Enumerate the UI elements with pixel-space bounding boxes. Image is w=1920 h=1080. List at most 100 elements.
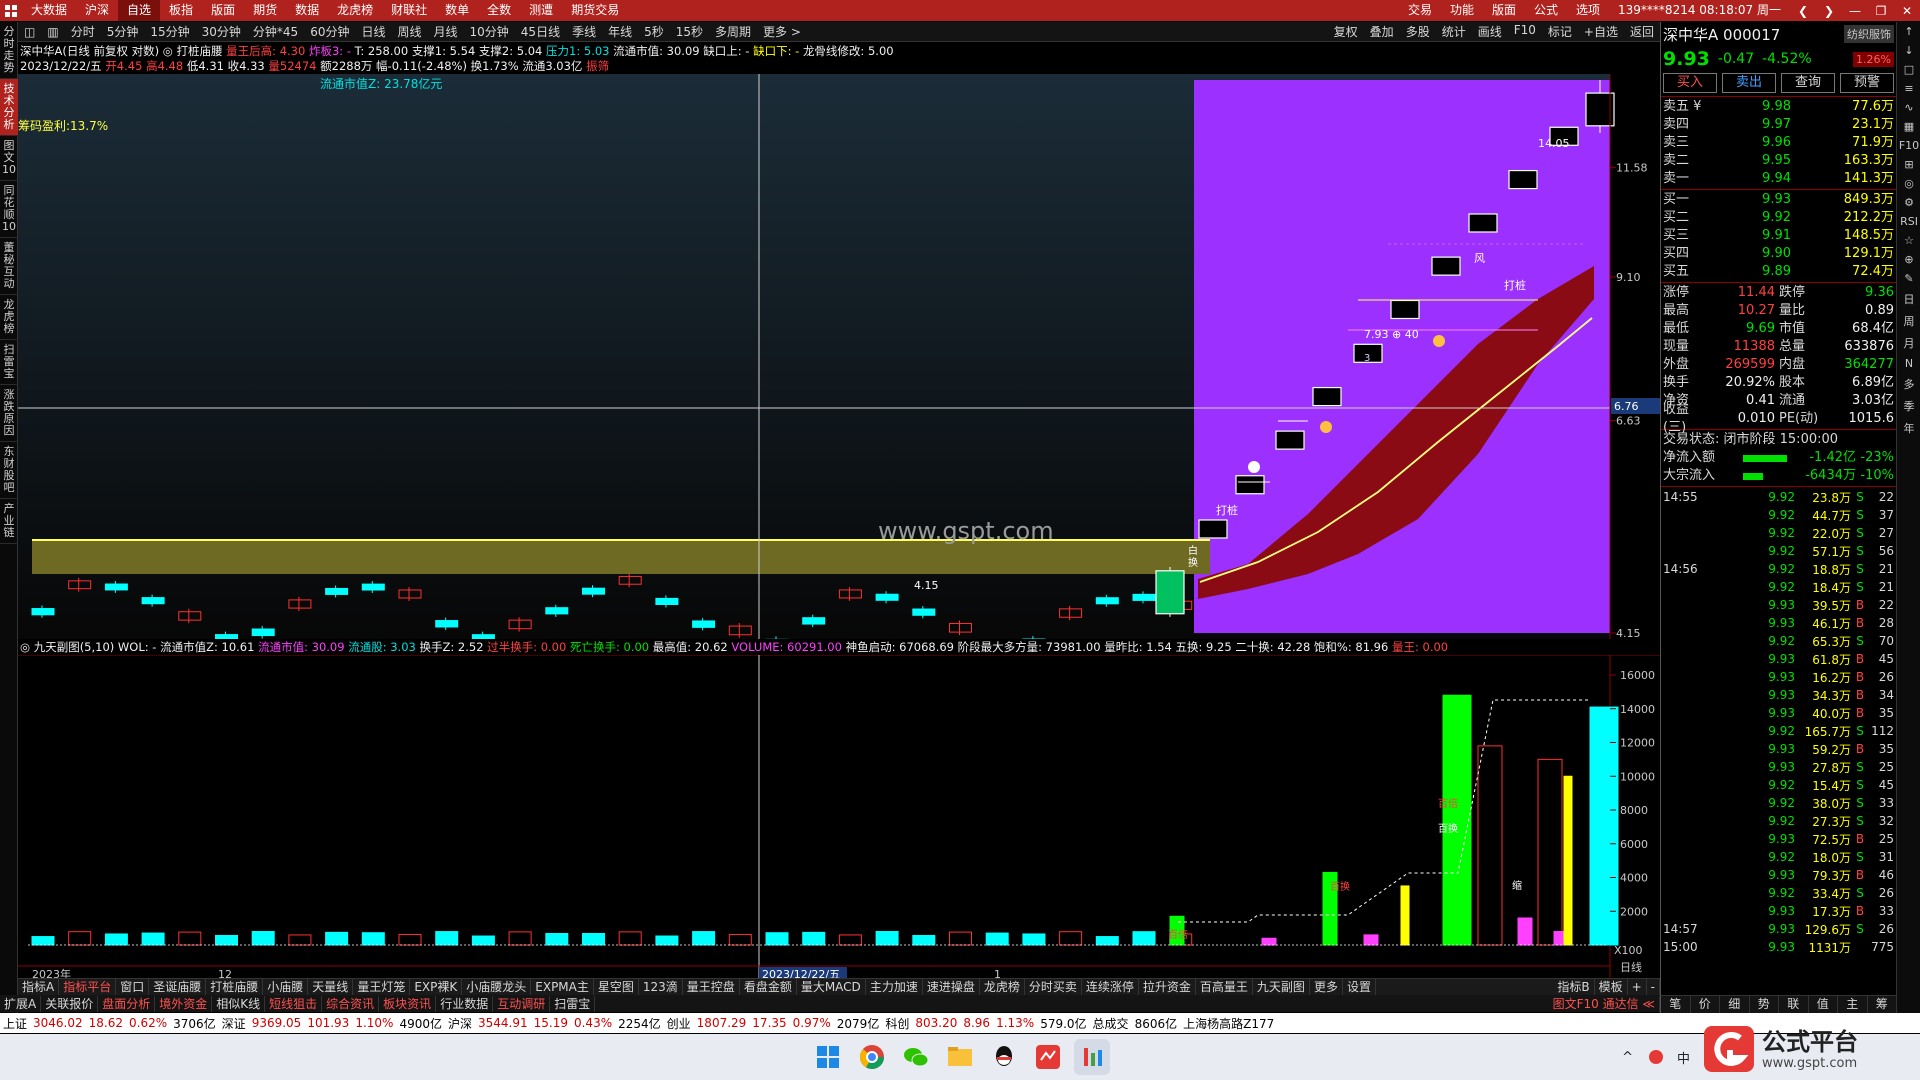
indicator-tab[interactable]: 天量线: [308, 979, 354, 995]
tool-strip-icon[interactable]: ⊕: [1897, 250, 1920, 269]
tool-strip-icon[interactable]: □: [1897, 60, 1920, 79]
indicator-tab-right[interactable]: 模板: [1595, 979, 1628, 995]
indicator-tab[interactable]: 看盘金额: [740, 979, 797, 995]
quote-bottom-tab[interactable]: 势: [1750, 996, 1779, 1013]
extension-tab[interactable]: 板块资讯: [379, 995, 437, 1012]
period-item[interactable]: 更多 >: [757, 23, 807, 40]
tray-app-icon[interactable]: [1648, 1050, 1663, 1064]
indicator-tab-right[interactable]: 指标B: [1553, 979, 1595, 995]
menu-item[interactable]: 大数据: [22, 0, 76, 21]
indicator-tab[interactable]: 百高量王: [1196, 979, 1253, 995]
tray-caret-icon[interactable]: ^: [1622, 1050, 1633, 1065]
menu-item[interactable]: 龙虎榜: [328, 0, 382, 21]
indicator-tab[interactable]: 量王控盘: [683, 979, 740, 995]
indicator-tab[interactable]: 速进操盘: [923, 979, 980, 995]
indicator-tab[interactable]: EXP裸K: [410, 979, 463, 995]
tool-strip-icon[interactable]: RSI: [1897, 212, 1920, 231]
left-tab[interactable]: 董秘互动: [0, 238, 18, 295]
indicator-tab[interactable]: 打桩庙腰: [206, 979, 264, 995]
quote-bottom-tab[interactable]: 主: [1838, 996, 1868, 1013]
tool-strip-icon[interactable]: 周: [1897, 310, 1920, 332]
industry-tag[interactable]: 纺织服饰: [1844, 25, 1894, 43]
trade-button[interactable]: 卖出: [1722, 73, 1776, 93]
tool-strip-icon[interactable]: 年: [1897, 417, 1920, 439]
indicator-tab[interactable]: 更多: [1310, 979, 1343, 995]
chart-tool[interactable]: +自选: [1578, 23, 1624, 40]
period-item[interactable]: 30分钟: [196, 23, 247, 40]
indicator-tab[interactable]: 拉升资金: [1139, 979, 1196, 995]
indicator-tab[interactable]: 龙虎榜: [980, 979, 1025, 995]
indicator-tab[interactable]: 指标平台: [59, 979, 117, 995]
left-tab[interactable]: 龙虎榜: [0, 295, 18, 340]
indicator-tab[interactable]: EXPMA主: [531, 979, 594, 995]
period-item[interactable]: 15分钟: [144, 23, 195, 40]
app-menu-icon[interactable]: [0, 0, 22, 21]
extension-tab[interactable]: 综合资讯: [322, 995, 380, 1012]
left-tab[interactable]: 同花顺10: [0, 181, 18, 238]
period-item[interactable]: 多周期: [709, 23, 757, 40]
indicator-tab[interactable]: 连续涨停: [1082, 979, 1139, 995]
indicator-tab-right[interactable]: +: [1628, 979, 1647, 995]
menu-item[interactable]: 沪深: [76, 0, 118, 21]
tool-strip-icon[interactable]: ⊞: [1897, 155, 1920, 174]
tool-strip-icon[interactable]: 季: [1897, 395, 1920, 417]
quote-bottom-tab[interactable]: 价: [1691, 996, 1720, 1013]
menu-right-item[interactable]: 选项: [1567, 0, 1609, 21]
indicator-tab[interactable]: 分时买卖: [1025, 979, 1082, 995]
trade-button[interactable]: 买入: [1663, 73, 1717, 93]
minimize-icon[interactable]: —: [1842, 4, 1868, 18]
ime-indicator[interactable]: 中: [1677, 1048, 1690, 1067]
menu-item[interactable]: 测遭: [520, 0, 562, 21]
period-item[interactable]: 日线: [355, 23, 391, 40]
period-item[interactable]: 45日线: [515, 23, 566, 40]
quote-bottom-tab[interactable]: 细: [1720, 996, 1750, 1013]
period-item[interactable]: 分时: [65, 23, 101, 40]
indicator-tab-right[interactable]: -: [1647, 979, 1660, 995]
quote-bottom-tab[interactable]: 值: [1809, 996, 1838, 1013]
close-icon[interactable]: ✕: [1894, 4, 1920, 18]
menu-right-item[interactable]: 版面: [1483, 0, 1525, 21]
forward-icon[interactable]: ❯: [1816, 4, 1842, 18]
period-item[interactable]: 10分钟: [464, 23, 515, 40]
chart-tool[interactable]: 统计: [1436, 23, 1472, 40]
extension-tab[interactable]: 扫雷宝: [550, 995, 596, 1012]
menu-item[interactable]: 版面: [202, 0, 244, 21]
menu-item[interactable]: 期货: [244, 0, 286, 21]
menu-item[interactable]: 期货交易: [562, 0, 628, 21]
period-item[interactable]: 季线: [566, 23, 602, 40]
extension-tab[interactable]: 境外资金: [155, 995, 213, 1012]
extension-tab[interactable]: 行业数据: [436, 995, 494, 1012]
extension-tab[interactable]: 相似K线: [212, 995, 266, 1012]
tool-strip-icon[interactable]: ✎: [1897, 269, 1920, 288]
tool-strip-icon[interactable]: ◎: [1897, 174, 1920, 193]
left-tab[interactable]: 图文10: [0, 136, 18, 181]
tool-strip-icon[interactable]: ∿: [1897, 98, 1920, 117]
extension-tab[interactable]: 短线狙击: [265, 995, 323, 1012]
tool-strip-icon[interactable]: ☆: [1897, 231, 1920, 250]
left-tab[interactable]: 产业链: [0, 499, 18, 544]
folder-icon[interactable]: [942, 1039, 978, 1075]
left-tab[interactable]: 扫雷宝: [0, 340, 18, 385]
menu-item[interactable]: 自选: [118, 0, 161, 21]
period-item[interactable]: 年线: [602, 23, 638, 40]
chart-tool[interactable]: 复权: [1328, 23, 1364, 40]
menu-item[interactable]: 财联社: [382, 0, 436, 21]
period-item[interactable]: 15秒: [670, 23, 709, 40]
app-chart-icon[interactable]: [1074, 1039, 1110, 1075]
tool-strip-icon[interactable]: F10: [1897, 136, 1920, 155]
qq-icon[interactable]: [986, 1039, 1022, 1075]
left-tab[interactable]: 涨跌原因: [0, 385, 18, 442]
indicator-tab[interactable]: 九天副图: [1253, 979, 1310, 995]
grid-icon[interactable]: ▥: [41, 25, 64, 39]
tool-strip-icon[interactable]: ≡: [1897, 79, 1920, 98]
tool-strip-icon[interactable]: ⚙: [1897, 193, 1920, 212]
chart-tool[interactable]: 叠加: [1364, 23, 1400, 40]
quote-bottom-tab[interactable]: 笔: [1661, 996, 1691, 1013]
left-tab[interactable]: 分时走势: [0, 22, 18, 79]
left-tab[interactable]: 东财股吧: [0, 442, 18, 499]
indicator-tab[interactable]: 窗口: [116, 979, 150, 995]
back-icon[interactable]: ❮: [1790, 4, 1816, 18]
indicator-tab[interactable]: 设置: [1343, 979, 1376, 995]
windows-icon[interactable]: [810, 1039, 846, 1075]
menu-item[interactable]: 板指: [160, 0, 202, 21]
